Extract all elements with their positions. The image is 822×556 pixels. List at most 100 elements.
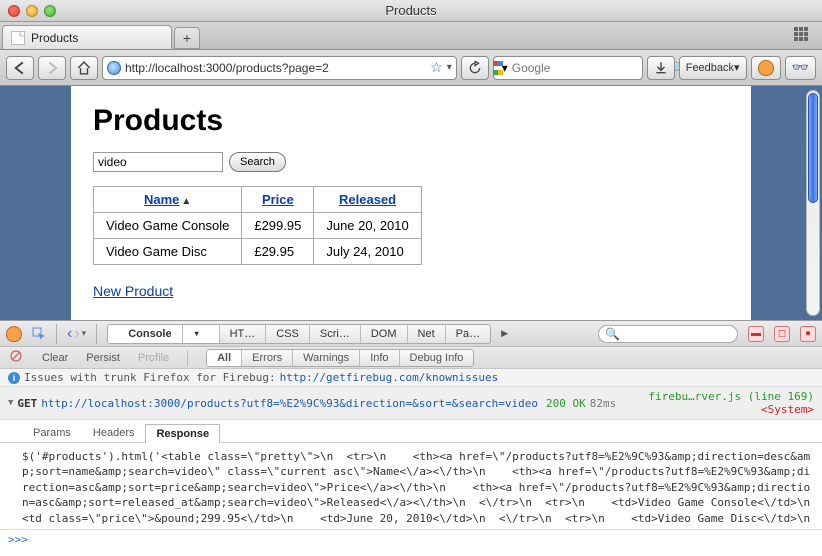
back-button[interactable] [6,56,34,80]
scrollbar-thumb[interactable] [808,93,818,203]
tab-response[interactable]: Response [145,424,220,443]
cell-price: £29.95 [242,239,314,265]
request-time: 82ms [590,397,617,410]
tab-overview-button[interactable] [794,27,812,41]
bookmark-star-icon[interactable]: ☆ [430,59,443,76]
page-heading: Products [93,104,729,138]
firebug-detach-button[interactable]: ◻ [774,326,790,342]
console-request-row[interactable]: ▼ GET http://localhost:3000/products?utf… [0,387,822,420]
page-icon [11,31,25,45]
glasses-button[interactable]: 👓 [785,56,816,80]
disclosure-triangle-icon[interactable]: ▼ [8,398,13,408]
panel-console[interactable]: Console ▾ [108,325,219,343]
browser-tabbar: Products + [0,22,822,50]
console-filter: All Errors Warnings Info Debug Info [206,349,474,367]
browser-toolbar: ☆ ▾ ▾ 🔍 Feedback ▾ 👓 [0,50,822,86]
request-detail-tabs: Params Headers Response [0,420,822,443]
sort-name-link[interactable]: Name [144,192,179,207]
cell-released: June 20, 2010 [314,213,421,239]
product-search-input[interactable] [93,152,223,172]
clear-button[interactable]: Clear [42,352,68,364]
firebug-toolbar-button[interactable] [751,56,781,80]
minimize-window-button[interactable] [26,5,38,17]
panel-css[interactable]: CSS [266,325,310,343]
firebug-panel: ‹ › ▾ Console ▾ HT… CSS Scri… DOM Net Pa… [0,320,822,549]
search-icon: 🔍 [605,327,620,341]
firebug-console-subbar: Clear Persist Profile All Errors Warning… [0,347,822,369]
filter-warnings[interactable]: Warnings [293,350,360,366]
filter-debug[interactable]: Debug Info [400,350,474,366]
downloads-button[interactable] [647,56,675,80]
table-row: Video Game Disc £29.95 July 24, 2010 [94,239,422,265]
request-source[interactable]: firebu…rver.js (line 169) <System> [648,390,814,416]
firebug-minimize-button[interactable]: ▬ [748,326,764,342]
table-row: Video Game Console £299.95 June 20, 2010 [94,213,422,239]
window-titlebar: Products [0,0,822,22]
site-identity-icon[interactable] [107,61,121,75]
page-content: Products Search Name▲ Price Released Vid… [71,86,751,320]
cell-released: July 24, 2010 [314,239,421,265]
product-search-button[interactable]: Search [229,152,286,172]
url-bar[interactable]: ☆ ▾ [102,56,457,80]
table-header-row: Name▲ Price Released [94,187,422,213]
new-tab-button[interactable]: + [174,27,200,49]
panel-extra[interactable]: Pa… [446,325,490,343]
firebug-close-button[interactable]: ● [800,326,816,342]
persist-button[interactable]: Persist [86,352,120,364]
firebug-issues-banner: i Issues with trunk Firefox for Firebug:… [0,369,822,387]
tab-params[interactable]: Params [22,423,82,442]
firebug-nav-dropdown[interactable]: ▾ [82,328,87,339]
firebug-back-button[interactable]: ‹ [67,325,72,343]
panel-net[interactable]: Net [408,325,446,343]
page-viewport: Products Search Name▲ Price Released Vid… [0,86,822,320]
new-product-link[interactable]: New Product [93,283,173,299]
products-table: Name▲ Price Released Video Game Console … [93,186,422,265]
forward-button[interactable] [38,56,66,80]
firebug-icon[interactable] [6,326,22,342]
feedback-button[interactable]: Feedback ▾ [679,56,747,80]
response-body[interactable]: $('#products').html('<table class=\"pret… [0,443,822,529]
firebug-icon [758,60,774,76]
viewport-scrollbar[interactable] [806,90,820,316]
info-icon: i [8,372,20,384]
panel-dom[interactable]: DOM [361,325,408,343]
tab-label: Products [31,31,78,45]
firebug-search[interactable]: 🔍 [598,325,738,343]
search-bar[interactable]: ▾ 🔍 [493,56,643,80]
panel-overflow-icon[interactable]: ▶ [501,328,508,339]
inspect-button[interactable] [32,327,46,341]
reload-button[interactable] [461,56,489,80]
tab-products[interactable]: Products [2,25,172,49]
panel-script[interactable]: Scri… [310,325,361,343]
firebug-panel-tabs: Console ▾ HT… CSS Scri… DOM Net Pa… [107,324,491,344]
home-button[interactable] [70,56,98,80]
issues-text: Issues with trunk Firefox for Firebug: [24,371,276,384]
cell-price: £299.95 [242,213,314,239]
close-window-button[interactable] [8,5,20,17]
cell-name: Video Game Console [94,213,242,239]
cell-name: Video Game Disc [94,239,242,265]
filter-all[interactable]: All [207,350,242,366]
sort-released-link[interactable]: Released [339,192,396,207]
sort-price-link[interactable]: Price [262,192,294,207]
firebug-forward-button[interactable]: › [74,325,79,343]
url-input[interactable] [125,61,426,75]
feedback-label: Feedback [686,62,734,74]
profile-button[interactable]: Profile [138,352,169,364]
glasses-icon: 👓 [792,59,809,76]
url-dropdown-icon[interactable]: ▾ [447,62,452,73]
request-url[interactable]: http://localhost:3000/products?utf8=%E2%… [41,397,538,410]
sort-asc-icon: ▲ [181,196,191,207]
request-status: 200 OK [546,397,586,410]
console-prompt[interactable]: >>> [0,529,822,549]
issues-link[interactable]: http://getfirebug.com/knownissues [280,371,499,384]
window-title: Products [0,3,822,18]
tab-headers[interactable]: Headers [82,423,146,442]
request-method: GET [17,397,37,410]
panel-html[interactable]: HT… [220,325,267,343]
search-input[interactable] [512,61,667,75]
firebug-toolbar: ‹ › ▾ Console ▾ HT… CSS Scri… DOM Net Pa… [0,321,822,347]
zoom-window-button[interactable] [44,5,56,17]
filter-info[interactable]: Info [360,350,399,366]
filter-errors[interactable]: Errors [242,350,293,366]
